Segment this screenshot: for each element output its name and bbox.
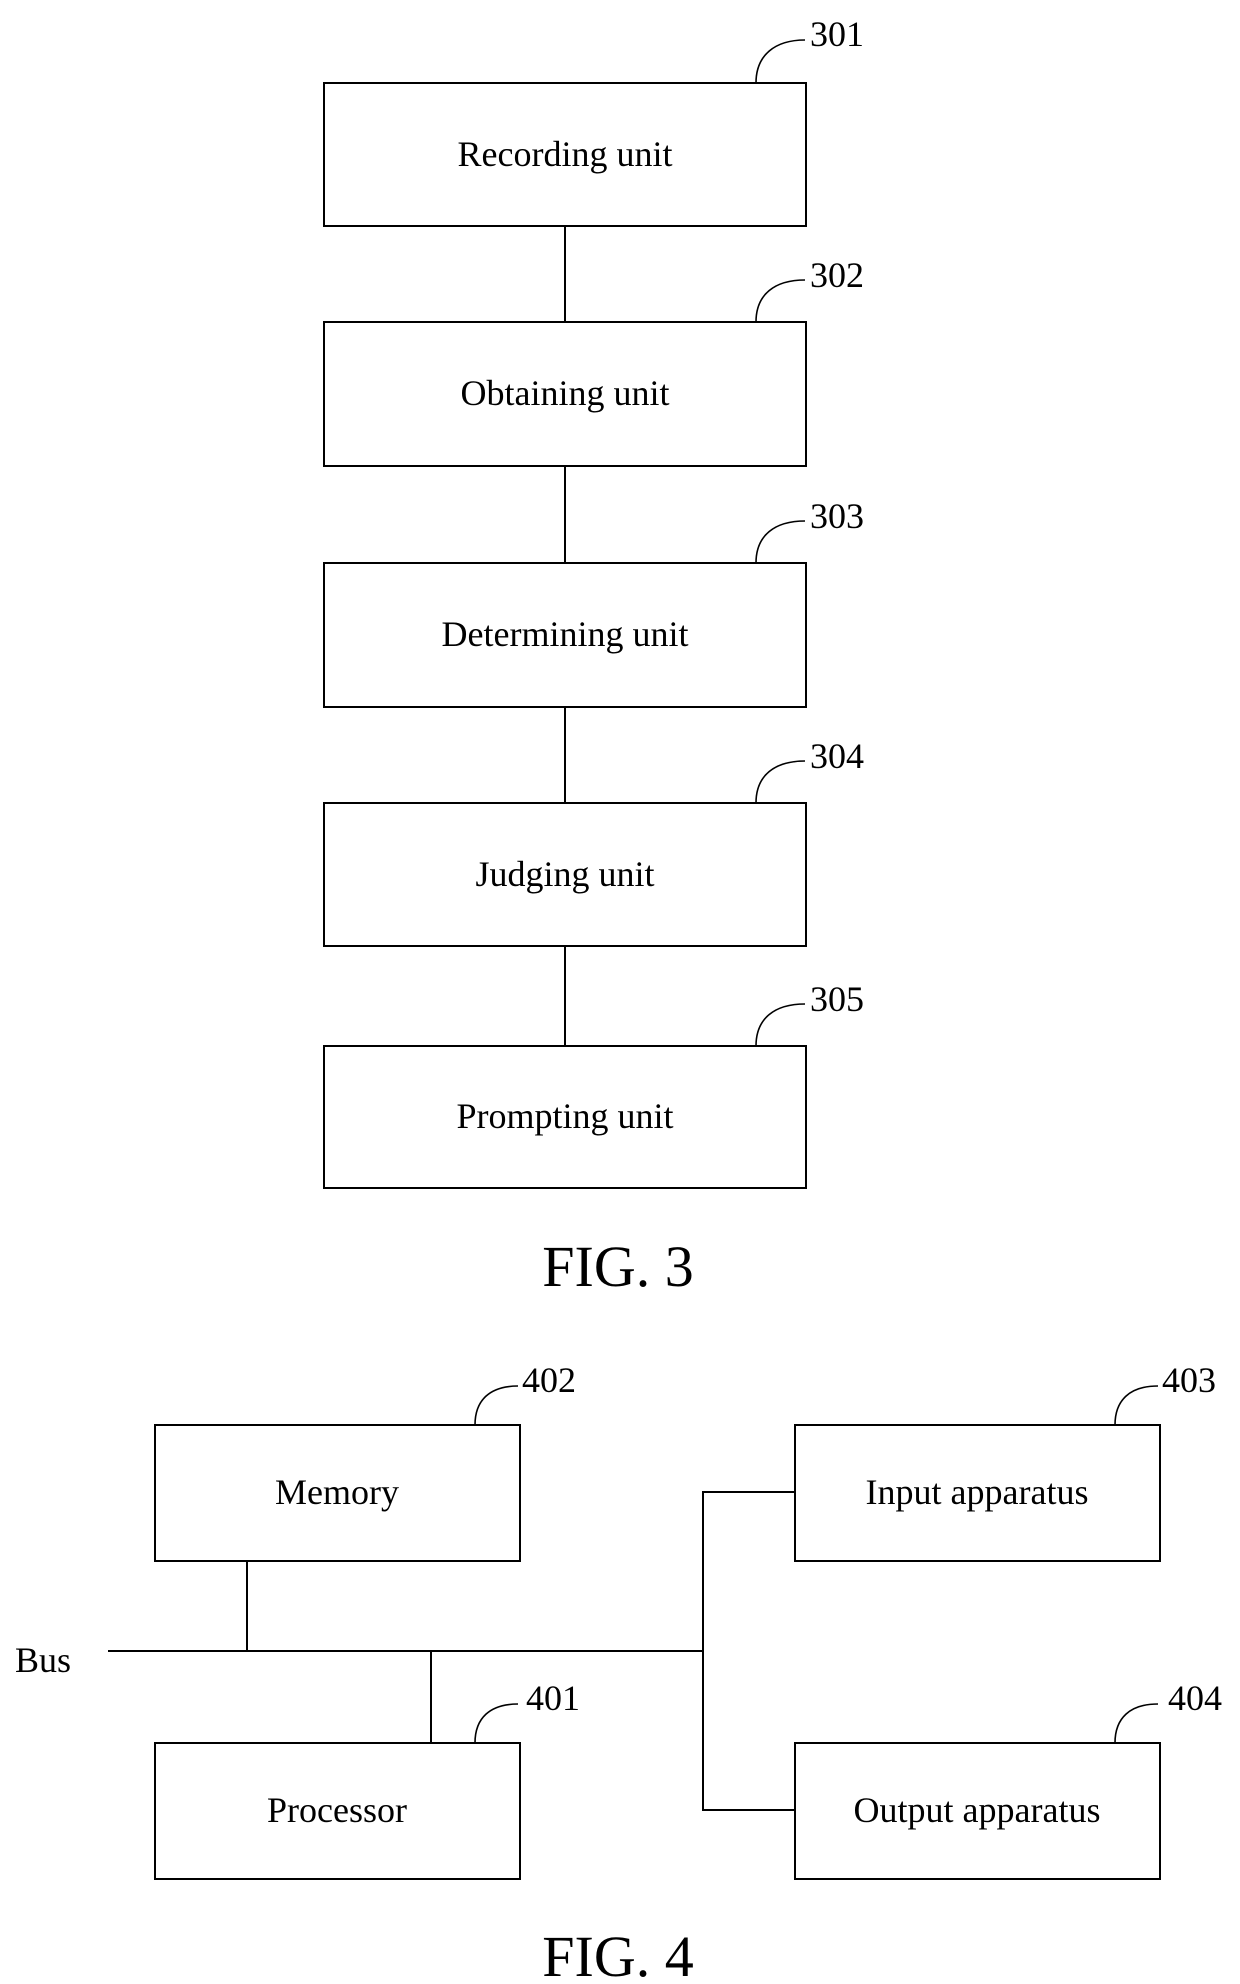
leader-404: [1114, 1703, 1159, 1744]
memory-label: Memory: [275, 1472, 399, 1512]
leader-401: [474, 1703, 519, 1744]
ref-402: 402: [522, 1360, 576, 1400]
input-apparatus-label: Input apparatus: [866, 1472, 1089, 1512]
ref-303: 303: [810, 496, 864, 536]
output-apparatus-block: Output apparatus 404: [794, 1678, 1222, 1880]
prompting-unit-block: Prompting unit 305: [323, 979, 864, 1189]
ref-404: 404: [1168, 1678, 1222, 1718]
bus-label: Bus: [15, 1640, 71, 1680]
fig4-caption: FIG. 4: [542, 1924, 693, 1984]
obtaining-unit-block: Obtaining unit 302: [323, 255, 864, 467]
fig3: Recording unit 301 Obtaining unit 302 De…: [323, 14, 864, 1299]
recording-unit-block: Recording unit 301: [323, 14, 864, 227]
processor-label: Processor: [267, 1790, 407, 1830]
ref-305: 305: [810, 979, 864, 1019]
judging-unit-block: Judging unit 304: [323, 736, 864, 947]
judging-unit-label: Judging unit: [475, 854, 654, 894]
leader-301: [755, 39, 806, 84]
determining-unit-label: Determining unit: [442, 614, 689, 654]
memory-block: Memory 402: [154, 1360, 576, 1562]
recording-unit-label: Recording unit: [458, 134, 673, 174]
fig4: Bus Memory 402 Processor 401 Input appar…: [15, 1360, 1222, 1984]
determining-unit-block: Determining unit 303: [323, 496, 864, 708]
leader-302: [755, 279, 806, 323]
ref-401: 401: [526, 1678, 580, 1718]
io-branch-connector: [702, 1491, 795, 1811]
input-apparatus-block: Input apparatus 403: [794, 1360, 1216, 1562]
leader-305: [755, 1003, 806, 1047]
obtaining-unit-label: Obtaining unit: [461, 373, 670, 413]
leader-303: [755, 520, 806, 564]
ref-304: 304: [810, 736, 864, 776]
output-apparatus-label: Output apparatus: [854, 1790, 1101, 1830]
ref-403: 403: [1162, 1360, 1216, 1400]
patent-figures: Recording unit 301 Obtaining unit 302 De…: [15, 14, 1222, 1984]
leader-403: [1114, 1385, 1159, 1426]
processor-block: Processor 401: [154, 1678, 580, 1880]
ref-301: 301: [810, 14, 864, 54]
leader-402: [474, 1385, 519, 1426]
fig3-caption: FIG. 3: [542, 1234, 693, 1299]
ref-302: 302: [810, 255, 864, 295]
prompting-unit-label: Prompting unit: [456, 1096, 673, 1136]
leader-304: [755, 760, 806, 804]
